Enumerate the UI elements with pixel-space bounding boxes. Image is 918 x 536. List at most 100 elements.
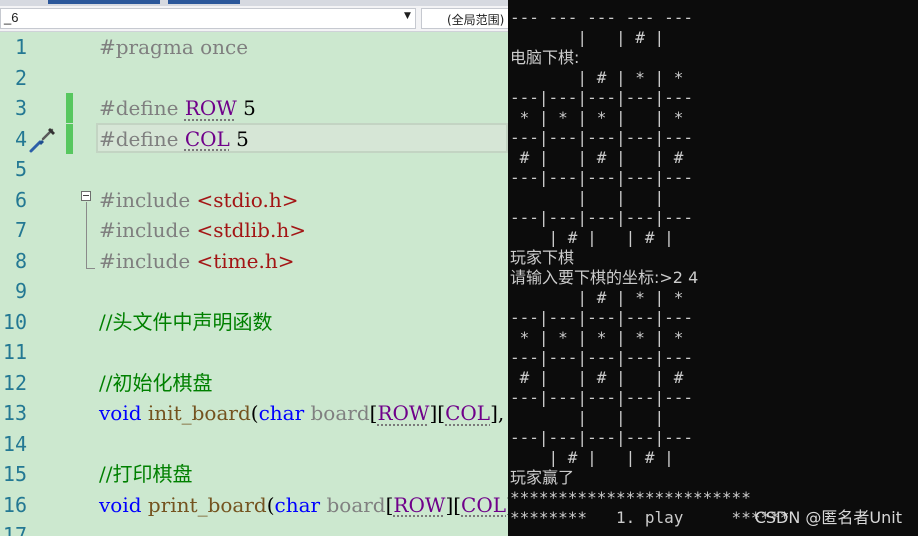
code-token: ROW (377, 401, 430, 425)
code-token: <stdlib.h> (196, 218, 306, 242)
console-line: * | * | * | | * (510, 108, 684, 127)
code-line[interactable]: 5 (0, 154, 508, 185)
line-number: 10 (2, 309, 27, 334)
code-line[interactable]: 11 (0, 337, 508, 368)
code-token: #pragma once (99, 35, 249, 59)
code-line[interactable]: 10 //头文件中声明函数 (0, 307, 508, 338)
line-number: 15 (2, 462, 27, 486)
changed-line-marker (66, 93, 73, 123)
code-line[interactable]: 9 (0, 276, 508, 307)
code-text: //打印棋盘 (99, 459, 192, 489)
console-line: ---|---|---|---|--- (510, 168, 694, 187)
console-line: # | | # | | # (510, 148, 684, 167)
navigation-bar: _6 ▼ (全局范围) (0, 6, 508, 32)
console-line: | | | (510, 188, 665, 207)
project-name: _6 (4, 10, 19, 25)
code-line[interactable]: 3 #define ROW 5 (0, 93, 508, 124)
watermark: CSDN @匿名者Unit (754, 508, 902, 527)
code-token: void (99, 401, 148, 425)
line-number: 12 (2, 370, 27, 395)
code-text: //头文件中声明函数 (99, 307, 272, 337)
console-line: | | # | (510, 28, 665, 47)
code-token: COL (184, 126, 230, 151)
console-line: --- --- --- --- --- (510, 8, 694, 27)
code-token: board (310, 401, 370, 425)
line-number: 2 (14, 65, 27, 90)
code-line[interactable]: 2 (0, 63, 508, 94)
code-token: #define (99, 96, 185, 120)
code-line[interactable]: 1 #pragma once (0, 32, 508, 63)
line-number: 17 (2, 523, 27, 536)
line-number: 3 (14, 96, 27, 120)
console-line: ---|---|---|---|--- (510, 88, 694, 107)
code-text: #define COL 5 (99, 124, 249, 154)
scope-label: (全局范围) (447, 13, 505, 27)
code-text: //初始化棋盘 (99, 368, 212, 398)
console-line: ---|---|---|---|--- (510, 348, 694, 367)
code-token: ( (250, 401, 259, 425)
code-text: #pragma once (99, 32, 248, 62)
console-line: | # | | # | (510, 228, 674, 247)
code-text: void print_board(char board[ROW][COL], (99, 490, 508, 520)
code-line[interactable]: 7 #include <stdlib.h> (0, 215, 508, 246)
code-line[interactable]: 16void print_board(char board[ROW][COL], (0, 490, 508, 521)
scope-dropdown[interactable]: (全局范围) (421, 8, 508, 29)
screwdriver-icon[interactable] (28, 124, 58, 154)
code-line[interactable]: 8 #include <time.h> (0, 246, 508, 277)
code-text: void init_board(char board[ROW][COL], (99, 398, 508, 428)
console-line: | # | * | * (510, 68, 684, 87)
code-token: char (258, 401, 311, 425)
code-token: board (326, 492, 386, 517)
line-number: 6 (14, 187, 27, 212)
code-token: init_board (147, 401, 251, 425)
console-line: | | | (510, 408, 665, 427)
console-line: ---|---|---|---|--- (510, 428, 694, 447)
code-token: ], (490, 401, 505, 425)
project-dropdown[interactable]: _6 ▼ (0, 8, 416, 29)
code-token: ( (266, 492, 275, 517)
chevron-down-icon[interactable]: ▼ (404, 11, 411, 21)
code-token: ][ (445, 492, 462, 517)
line-number: 14 (2, 431, 27, 456)
collapse-icon[interactable] (81, 191, 91, 201)
console-line: 玩家下棋 (510, 248, 575, 267)
line-number: 8 (14, 248, 27, 273)
code-token: <time.h> (196, 248, 295, 273)
line-number: 7 (14, 218, 27, 242)
console-line: 电脑下棋: (510, 48, 580, 67)
tab-indicator (168, 0, 240, 4)
line-number: 16 (2, 492, 27, 517)
code-line[interactable]: 15 //打印棋盘 (0, 459, 508, 490)
code-token: 5 (236, 96, 256, 120)
code-line[interactable]: 12 //初始化棋盘 (0, 368, 508, 399)
code-line[interactable]: 6 #include <stdio.h> (0, 185, 508, 216)
console-line: | # | | # | (510, 448, 674, 467)
line-number: 1 (14, 35, 27, 59)
code-token: //打印棋盘 (99, 462, 193, 486)
code-token: #include (99, 248, 197, 273)
console-line: 请输入要下棋的坐标:>2 4 (510, 268, 699, 287)
code-token: ROW (393, 492, 446, 517)
code-line[interactable]: 14 (0, 429, 508, 460)
changed-line-marker (66, 123, 73, 154)
code-token: //初始化棋盘 (99, 370, 213, 395)
code-token: ROW (184, 96, 237, 120)
code-token: //头文件中声明函数 (99, 309, 273, 334)
line-number: 5 (14, 157, 27, 181)
code-token: #define (99, 126, 185, 151)
code-line[interactable]: 13 void init_board(char board[ROW][COL], (0, 398, 508, 429)
code-token: #include (99, 187, 197, 212)
code-editor[interactable]: _6 ▼ (全局范围) 1 #pragma once 2 3 #define ROW 5… (0, 0, 508, 536)
console-line: ---|---|---|---|--- (510, 128, 694, 147)
console-line: # | | # | | # (510, 368, 684, 387)
code-line[interactable]: 4 #define COL 5 (0, 123, 508, 155)
console-line: ---|---|---|---|--- (510, 308, 694, 327)
console-window[interactable]: --- --- --- --- --- | | # | 电脑下棋: | # | *… (508, 0, 918, 536)
code-token: COL (461, 492, 507, 517)
line-number: 13 (2, 401, 27, 425)
fold-guide (86, 202, 95, 269)
code-line[interactable]: 17 (0, 520, 508, 536)
code-token: <stdio.h> (196, 187, 299, 212)
console-line: ************************* (510, 488, 751, 507)
code-token: void (99, 492, 148, 517)
